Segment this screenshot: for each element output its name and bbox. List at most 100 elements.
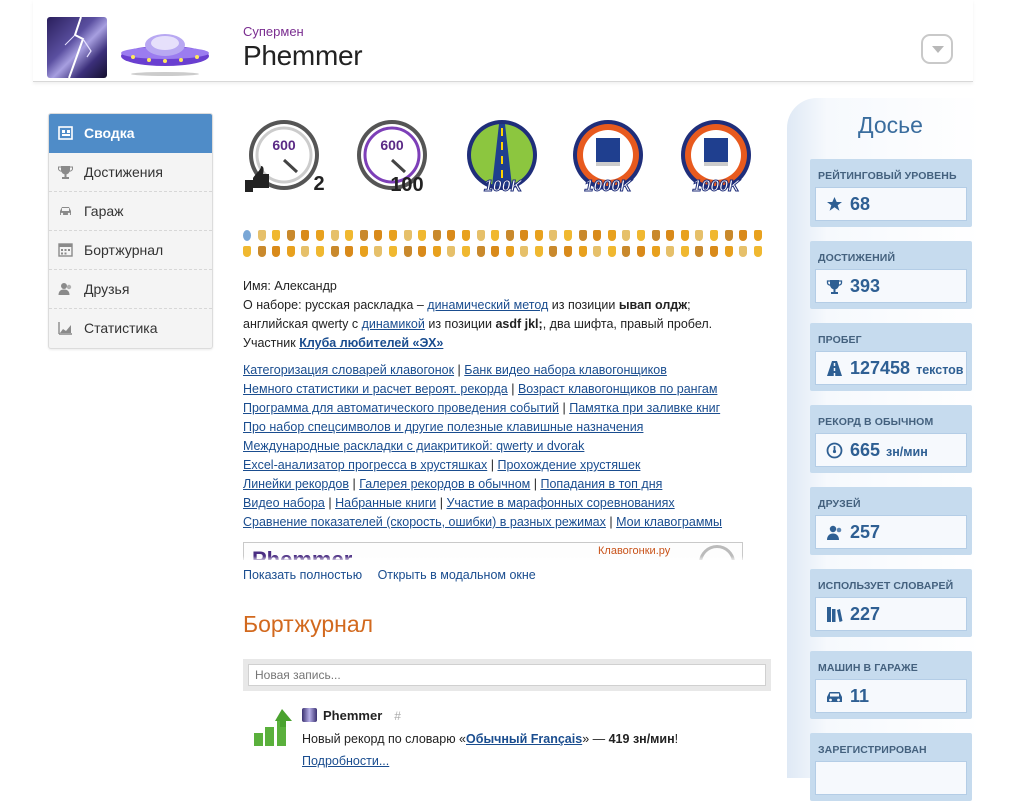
medal-icon[interactable]	[651, 246, 660, 257]
medal-icon[interactable]	[534, 246, 543, 257]
medal-icon[interactable]	[578, 246, 587, 257]
medal-icon[interactable]	[257, 230, 266, 241]
medal-icon[interactable]	[491, 230, 500, 241]
medal-icon[interactable]	[286, 246, 295, 257]
medal-icon[interactable]	[388, 246, 397, 257]
link[interactable]: Линейки рекордов	[243, 477, 349, 491]
medal-icon[interactable]	[403, 246, 412, 257]
sidebar-item-statistics[interactable]: Статистика	[49, 309, 212, 348]
show-full-link[interactable]: Показать полностью	[243, 568, 362, 582]
medal-icon[interactable]	[461, 230, 470, 241]
link[interactable]: Сравнение показателей (скорость, ошибки)…	[243, 515, 606, 529]
medal-icon[interactable]	[520, 246, 529, 257]
medal-icon[interactable]	[359, 230, 368, 241]
medal-icon[interactable]	[418, 246, 427, 257]
speed-badge-icon[interactable]: 600 100	[351, 118, 441, 196]
link[interactable]: Категоризация словарей клавогонок	[243, 363, 454, 377]
link[interactable]: Набранные книги	[335, 496, 436, 510]
chevron-down-icon[interactable]	[921, 34, 953, 64]
medal-icon[interactable]	[374, 246, 383, 257]
speed-badge-icon[interactable]: 600 2	[243, 118, 333, 196]
avatar[interactable]	[302, 708, 317, 722]
medal-icon[interactable]	[520, 230, 529, 241]
medal-icon[interactable]	[476, 246, 485, 257]
permalink[interactable]: #	[394, 709, 401, 723]
medal-icon[interactable]	[666, 230, 675, 241]
medal-icon[interactable]	[330, 230, 339, 241]
link[interactable]: Участие в марафонных соревнованиях	[446, 496, 674, 510]
medal-icon[interactable]	[418, 230, 427, 241]
medal-icon[interactable]	[578, 230, 587, 241]
medal-icon[interactable]	[257, 246, 266, 257]
sidebar-item-achievements[interactable]: Достижения	[49, 153, 212, 192]
medal-icon[interactable]	[447, 230, 456, 241]
medal-icon[interactable]	[753, 230, 762, 241]
medal-icon[interactable]	[388, 230, 397, 241]
medal-icon[interactable]	[607, 230, 616, 241]
medal-icon[interactable]	[243, 230, 251, 241]
medal-icon[interactable]	[534, 230, 543, 241]
book-badge-icon[interactable]: 1000K	[675, 118, 765, 196]
medal-icon[interactable]	[622, 246, 631, 257]
link[interactable]: Немного статистики и расчет вероят. реко…	[243, 382, 508, 396]
sidebar-item-journal[interactable]: Бортжурнал	[49, 231, 212, 270]
medal-icon[interactable]	[301, 230, 310, 241]
link[interactable]: Мои клавограммы	[616, 515, 722, 529]
medal-icon[interactable]	[651, 230, 660, 241]
medal-icon[interactable]	[432, 246, 441, 257]
medal-icon[interactable]	[622, 230, 631, 241]
medal-icon[interactable]	[710, 230, 718, 241]
medal-icon[interactable]	[549, 246, 558, 257]
medal-icon[interactable]	[637, 230, 646, 241]
medal-icon[interactable]	[695, 246, 704, 257]
medal-icon[interactable]	[710, 246, 718, 257]
medal-icon[interactable]	[680, 230, 689, 241]
post-details-link[interactable]: Подробности...	[302, 754, 389, 768]
medal-icon[interactable]	[564, 230, 573, 241]
medal-icon[interactable]	[593, 230, 602, 241]
medal-icon[interactable]	[505, 230, 514, 241]
medal-icon[interactable]	[637, 246, 646, 257]
car-image[interactable]	[119, 26, 211, 76]
medal-icon[interactable]	[739, 246, 748, 257]
post-author-link[interactable]: Phemmer	[323, 708, 382, 723]
medal-icon[interactable]	[461, 246, 470, 257]
medal-icon[interactable]	[432, 230, 441, 241]
dynamic-link[interactable]: динамикой	[362, 317, 425, 331]
open-modal-link[interactable]: Открыть в модальном окне	[378, 568, 536, 582]
medal-icon[interactable]	[345, 246, 354, 257]
medal-icon[interactable]	[243, 246, 251, 257]
medal-icon[interactable]	[272, 230, 281, 241]
medal-icon[interactable]	[753, 246, 762, 257]
medal-icon[interactable]	[680, 246, 689, 257]
sidebar-item-friends[interactable]: Друзья	[49, 270, 212, 309]
medal-icon[interactable]	[666, 246, 675, 257]
link[interactable]: Памятка при заливке книг	[569, 401, 720, 415]
link[interactable]: Банк видео набора клавогонщиков	[464, 363, 667, 377]
medal-icon[interactable]	[695, 230, 704, 241]
medal-icon[interactable]	[593, 246, 602, 257]
link[interactable]: Прохождение хрустяшек	[497, 458, 640, 472]
medal-icon[interactable]	[359, 246, 368, 257]
dynamic-method-link[interactable]: динамический метод	[427, 298, 548, 312]
medal-icon[interactable]	[345, 230, 354, 241]
new-post-input[interactable]	[248, 664, 766, 686]
medal-icon[interactable]	[724, 230, 733, 241]
link[interactable]: Видео набора	[243, 496, 325, 510]
medal-icon[interactable]	[505, 246, 514, 257]
medal-icon[interactable]	[564, 246, 573, 257]
sidebar-item-summary[interactable]: Сводка	[49, 114, 212, 153]
medal-icon[interactable]	[447, 246, 456, 257]
link[interactable]: Галерея рекордов в обычном	[359, 477, 530, 491]
road-badge-icon[interactable]: 100K	[459, 118, 549, 196]
medal-icon[interactable]	[491, 246, 500, 257]
medal-icon[interactable]	[374, 230, 383, 241]
medal-icon[interactable]	[286, 230, 295, 241]
club-link[interactable]: Клуба любителей «ЭХ»	[299, 336, 443, 350]
medal-icon[interactable]	[549, 230, 558, 241]
medal-icon[interactable]	[476, 230, 485, 241]
medal-icon[interactable]	[315, 230, 324, 241]
dictionary-link[interactable]: Обычный Français	[466, 732, 582, 746]
sidebar-item-garage[interactable]: Гараж	[49, 192, 212, 231]
book-badge-icon[interactable]: 1000K	[567, 118, 657, 196]
